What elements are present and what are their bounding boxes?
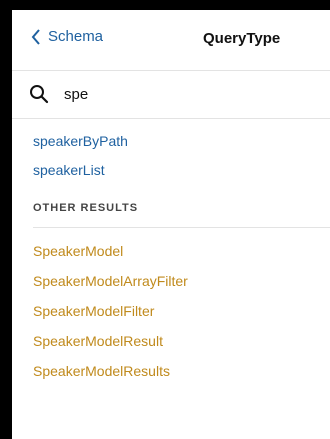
section-divider [33,227,330,228]
field-result-speakerlist[interactable]: speakerList [33,161,330,179]
type-result-speakermodelresult[interactable]: SpeakerModelResult [33,332,330,350]
doc-explorer-header: Schema QueryType [12,10,330,71]
back-label: Schema [48,28,104,45]
chevron-left-icon [31,29,40,45]
search-input[interactable] [64,83,304,105]
field-result-speakerbypath[interactable]: speakerByPath [33,132,330,150]
page-title: QueryType [203,30,281,47]
type-result-speakermodel[interactable]: SpeakerModel [33,242,330,260]
doc-explorer-panel: Schema QueryType speakerByPath speakerLi… [12,10,330,439]
type-result-speakermodelfilter[interactable]: SpeakerModelFilter [33,302,330,320]
search-results: speakerByPath speakerList OTHER RESULTS … [12,119,330,380]
type-result-speakermodelresults[interactable]: SpeakerModelResults [33,362,330,380]
type-result-speakermodelarrayfilter[interactable]: SpeakerModelArrayFilter [33,272,330,290]
back-to-schema-button[interactable]: Schema [30,28,103,46]
other-results-heading: OTHER RESULTS [33,202,139,214]
search-icon [30,85,49,104]
search-bar [12,71,330,119]
